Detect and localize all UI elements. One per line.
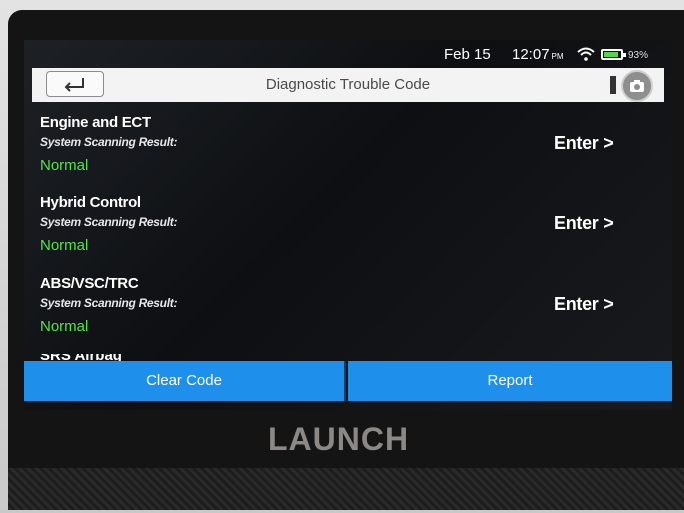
scan-status: Normal xyxy=(40,157,89,174)
scan-status: Normal xyxy=(40,237,89,254)
wifi-icon xyxy=(577,47,595,61)
system-item-hybrid-control: Hybrid Control System Scanning Result: N… xyxy=(24,194,672,274)
status-time-value: 12:07 xyxy=(512,46,550,63)
battery-icon xyxy=(601,49,626,60)
system-name: Hybrid Control xyxy=(40,194,141,211)
enter-button[interactable]: Enter > xyxy=(554,133,614,154)
status-ampm: PM xyxy=(551,52,564,61)
enter-button[interactable]: Enter > xyxy=(554,294,614,315)
enter-button[interactable]: Enter > xyxy=(554,213,614,234)
scan-status: Normal xyxy=(40,318,89,335)
scan-result-label: System Scanning Result: xyxy=(40,296,178,310)
camera-icon xyxy=(630,80,644,92)
clear-code-button[interactable]: Clear Code xyxy=(24,361,346,401)
status-date: Feb 15 xyxy=(444,46,491,63)
system-name: ABS/VSC/TRC xyxy=(40,275,139,292)
tablet-screen: Feb 15 12:07 PM 93% Diagnostic Trouble Co… xyxy=(24,40,672,410)
device-textured-base xyxy=(8,468,684,510)
system-item-engine-ect: Engine and ECT System Scanning Result: N… xyxy=(24,114,672,194)
battery-percent: 93% xyxy=(628,50,649,61)
action-bar: Clear Code Report xyxy=(24,361,672,401)
report-button[interactable]: Report xyxy=(348,361,672,401)
title-bar: Diagnostic Trouble Code xyxy=(32,68,664,102)
scan-result-label: System Scanning Result: xyxy=(40,215,178,229)
battery-tip xyxy=(623,53,626,57)
flag-icon[interactable] xyxy=(610,76,616,94)
system-item-abs-vsc-trc: ABS/VSC/TRC System Scanning Result: Norm… xyxy=(24,275,672,355)
system-name: Engine and ECT xyxy=(40,114,151,131)
screenshot-camera-button[interactable] xyxy=(621,70,653,102)
battery-level-fill xyxy=(604,52,618,57)
status-time: 12:07 PM xyxy=(512,46,564,63)
scan-result-label: System Scanning Result: xyxy=(40,135,178,149)
launch-logo: LAUNCH xyxy=(268,421,410,457)
page-title: Diagnostic Trouble Code xyxy=(265,76,431,93)
status-bar: Feb 15 12:07 PM 93% xyxy=(24,40,672,68)
